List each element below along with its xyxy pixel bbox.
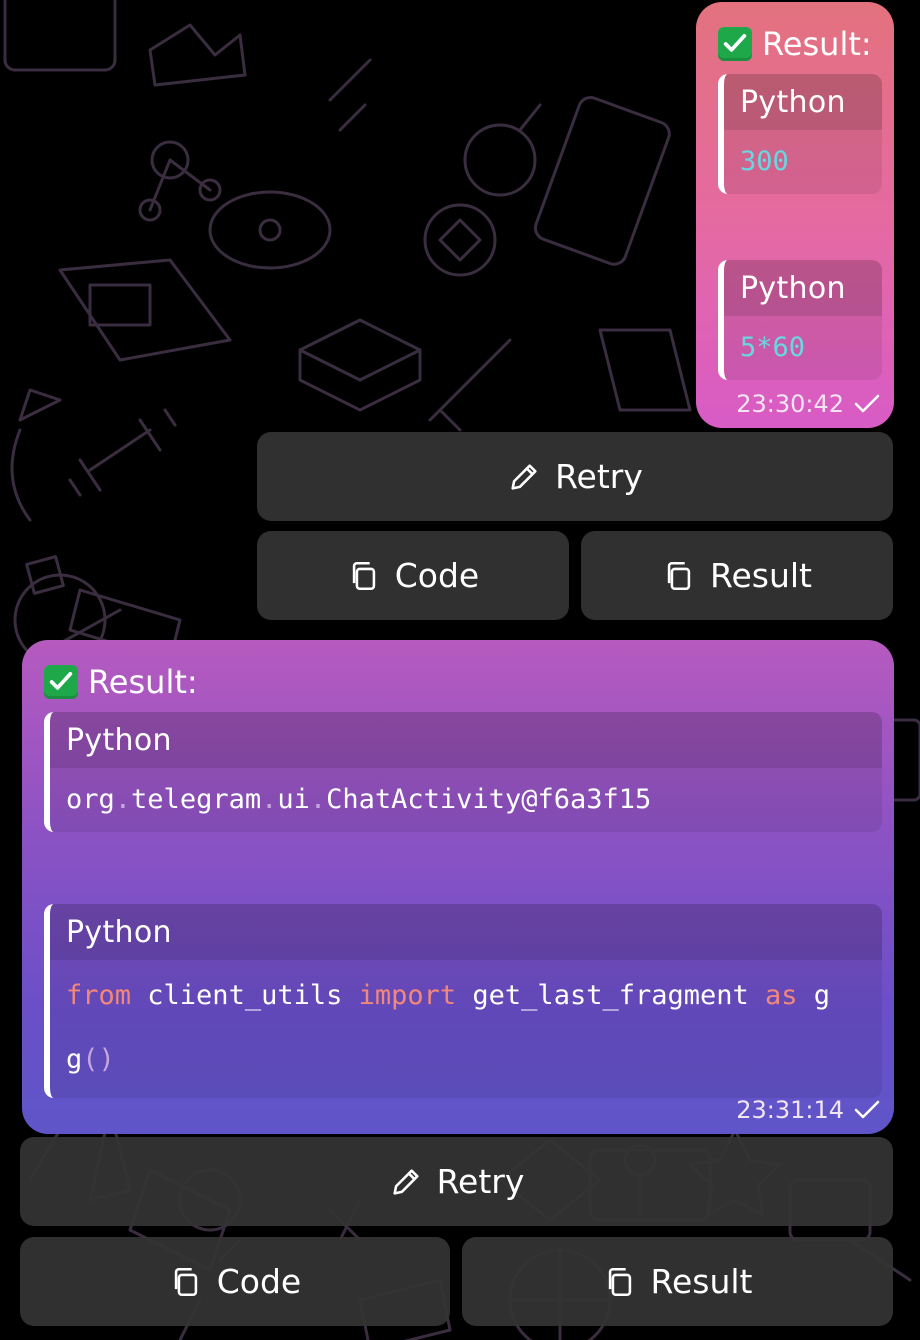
code-block[interactable]: Python from client_utils import get_last… — [44, 904, 882, 1098]
copy-icon — [608, 1267, 631, 1296]
code-block[interactable]: Python org.telegram.ui.ChatActivity@f6a3… — [44, 712, 882, 832]
result-label: Result: — [762, 25, 872, 63]
code-block[interactable]: Python 300 — [718, 74, 882, 194]
result-button-label: Result — [710, 556, 812, 595]
code-content: 5*60 — [724, 316, 882, 380]
copy-icon — [352, 561, 375, 590]
code-language: Python — [724, 260, 882, 316]
result-header: Result: — [718, 22, 882, 66]
result-header: Result: — [44, 660, 882, 704]
code-line: from client_utils import get_last_fragme… — [66, 980, 831, 1011]
code-content: from client_utils import get_last_fragme… — [50, 960, 882, 1098]
code-label: Code — [216, 1262, 302, 1301]
copy-code-button[interactable]: Code — [20, 1237, 450, 1326]
copy-result-button[interactable]: Result — [581, 531, 893, 620]
message-bubble[interactable]: Result: Python 300 Python 5*60 23:30:42 — [696, 2, 894, 428]
code-language: Python — [724, 74, 882, 130]
pencil-icon — [511, 463, 537, 490]
code-block[interactable]: Python 5*60 — [718, 260, 882, 380]
retry-button[interactable]: Retry — [257, 432, 893, 521]
code-label: Code — [394, 556, 480, 595]
copy-result-button[interactable]: Result — [462, 1237, 893, 1326]
read-check-icon — [854, 394, 880, 413]
retry-button[interactable]: Retry — [20, 1137, 893, 1226]
retry-label: Retry — [436, 1162, 525, 1201]
result-button-label: Result — [650, 1262, 753, 1301]
code-line: g() — [66, 1044, 115, 1075]
copy-icon — [174, 1267, 197, 1296]
message-timestamp: 23:30:42 — [736, 390, 880, 418]
read-check-icon — [854, 1100, 880, 1119]
code-content: org.telegram.ui.ChatActivity@f6a3f15 — [50, 768, 882, 832]
time-text: 23:30:42 — [736, 390, 844, 418]
code-language: Python — [50, 712, 882, 768]
retry-label: Retry — [555, 457, 643, 496]
message-timestamp: 23:31:14 — [736, 1096, 880, 1124]
message-bubble[interactable]: Result: Python org.telegram.ui.ChatActiv… — [22, 640, 894, 1134]
result-label: Result: — [88, 663, 198, 701]
copy-icon — [667, 561, 691, 590]
pencil-icon — [392, 1168, 419, 1195]
check-box-icon — [718, 27, 752, 61]
code-language: Python — [50, 904, 882, 960]
check-box-icon — [44, 665, 78, 699]
time-text: 23:31:14 — [736, 1096, 844, 1124]
code-content: 300 — [724, 130, 882, 194]
copy-code-button[interactable]: Code — [257, 531, 569, 620]
